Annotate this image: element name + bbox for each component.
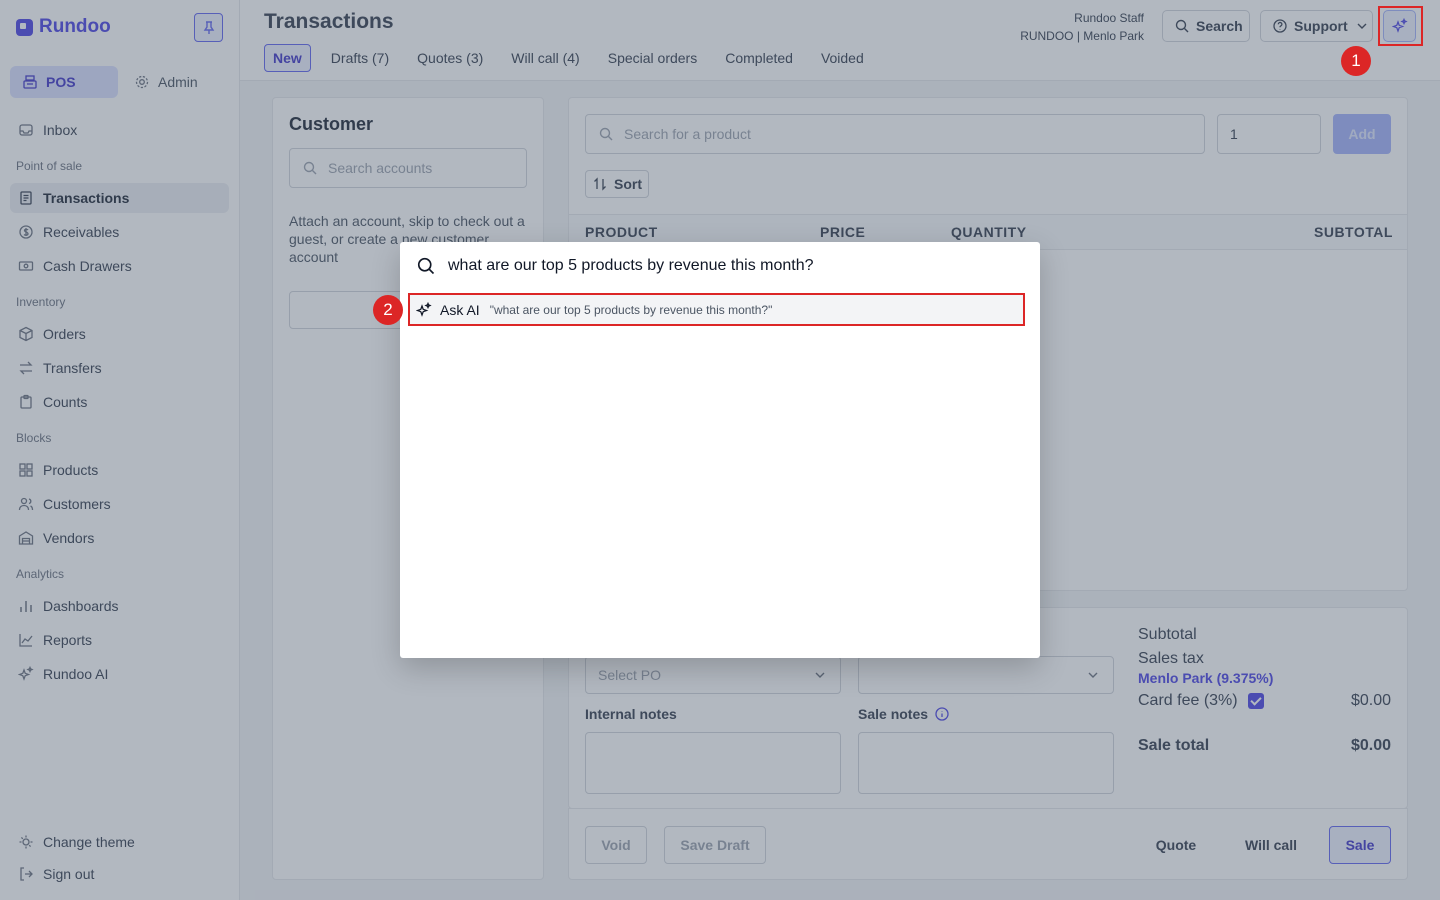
command-query-text: what are our top 5 products by revenue t… bbox=[448, 257, 814, 274]
step-marker-1: 1 bbox=[1341, 46, 1371, 76]
ask-ai-label: Ask AI bbox=[440, 301, 480, 318]
step-marker-2: 2 bbox=[373, 295, 403, 325]
ask-ai-query-hint: "what are our top 5 products by revenue … bbox=[489, 302, 773, 317]
search-icon bbox=[416, 256, 436, 276]
ask-ai-result[interactable]: Ask AI "what are our top 5 products by r… bbox=[408, 293, 1025, 326]
command-palette: what are our top 5 products by revenue t… bbox=[400, 242, 1040, 658]
highlight-ai-button bbox=[1378, 6, 1423, 46]
sparkles-icon bbox=[416, 301, 432, 318]
command-search-field[interactable]: what are our top 5 products by revenue t… bbox=[400, 242, 1040, 290]
